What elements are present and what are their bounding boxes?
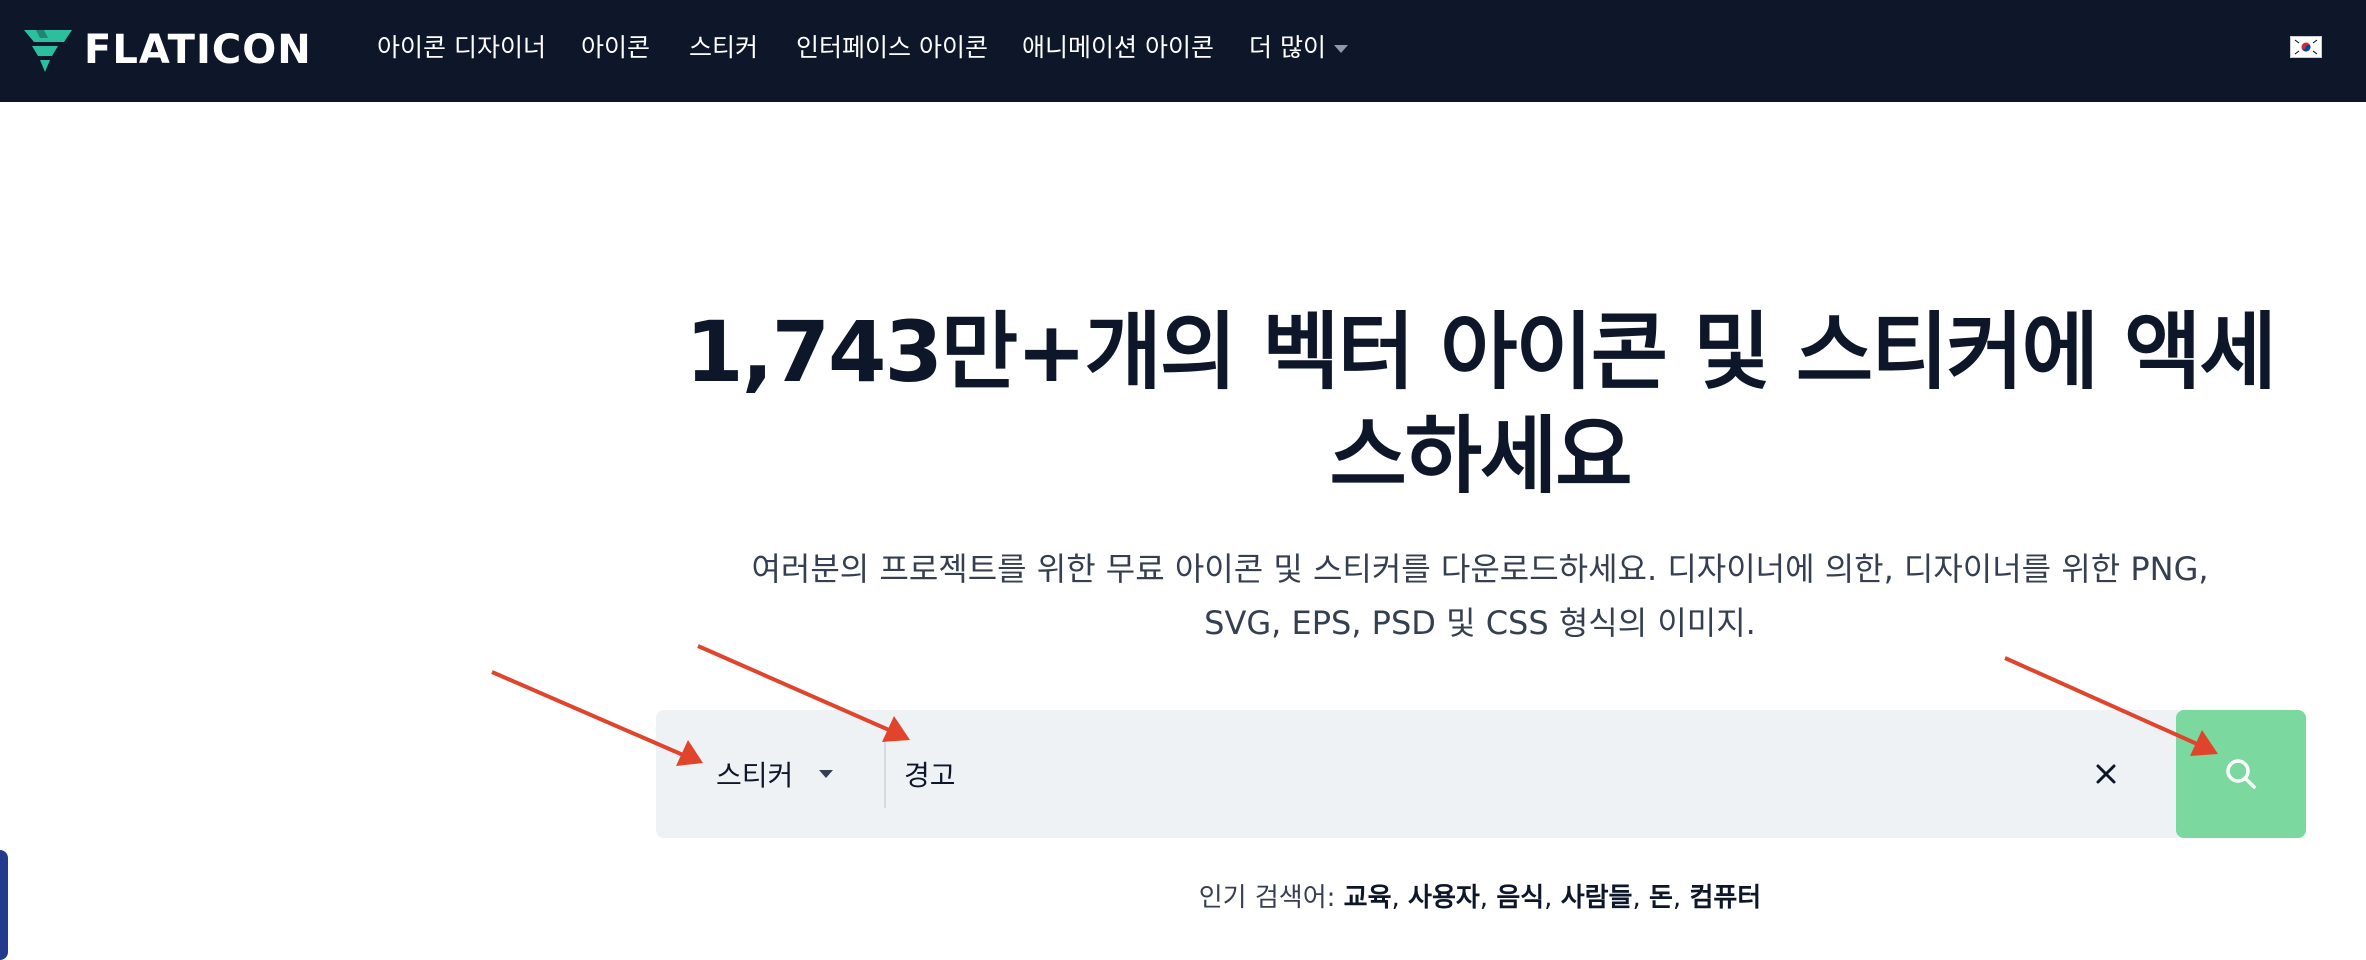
chevron-down-icon [819,770,834,778]
korea-flag-graphic [2294,39,2318,55]
search-input[interactable] [904,734,2004,814]
page-title: 1,743만+개의 벡터 아이콘 및 스티커에 액세스하세요 [685,303,2277,505]
search-icon [2226,759,2256,789]
close-icon [2096,764,2116,784]
search-type-label: 스티커 [716,759,794,792]
nav-stickers[interactable]: 스티커 [689,28,758,68]
nav-more-dropdown[interactable]: 더 많이 [1249,28,1348,68]
search-bar: 스티커 [656,710,2306,838]
clear-search-button[interactable] [2086,754,2126,794]
top-navigation: FLATICON 아이콘 디자이너 아이콘 스티커 인터페이스 아이콘 애니메이… [0,0,2366,102]
chevron-down-icon [1333,45,1348,53]
popular-searches-label: 인기 검색어: [1198,883,1336,913]
popular-term-user[interactable]: 사용자 [1408,883,1480,913]
brand-name: FLATICON [84,27,312,73]
flaticon-logo[interactable]: FLATICON [22,24,312,76]
nav-icon-designer[interactable]: 아이콘 디자이너 [377,28,546,68]
side-feedback-tab[interactable] [0,850,8,960]
page-subtitle: 여러분의 프로젝트를 위한 무료 아이콘 및 스티커를 다운로드하세요. 디자이… [751,550,2209,642]
nav-interface-icons[interactable]: 인터페이스 아이콘 [796,28,988,68]
popular-term-money[interactable]: 돈 [1649,883,1673,913]
popular-term-computer[interactable]: 컴퓨터 [1689,883,1761,913]
popular-term-food[interactable]: 음식 [1496,883,1544,913]
korea-flag-icon[interactable] [2290,36,2322,58]
nav-icons[interactable]: 아이콘 [581,28,650,68]
popular-term-people[interactable]: 사람들 [1561,883,1633,913]
search-submit-button[interactable] [2176,710,2306,838]
nav-more-label: 더 많이 [1249,33,1326,62]
popular-term-education[interactable]: 교육 [1344,883,1392,913]
nav-animated-icons[interactable]: 애니메이션 아이콘 [1022,28,1214,68]
search-type-dropdown[interactable]: 스티커 [656,710,884,838]
popular-searches: 인기 검색어: 교육, 사용자, 음식, 사람들, 돈, 컴퓨터 [1198,883,1762,913]
search-divider [884,740,886,808]
flaticon-logo-icon [24,30,72,72]
